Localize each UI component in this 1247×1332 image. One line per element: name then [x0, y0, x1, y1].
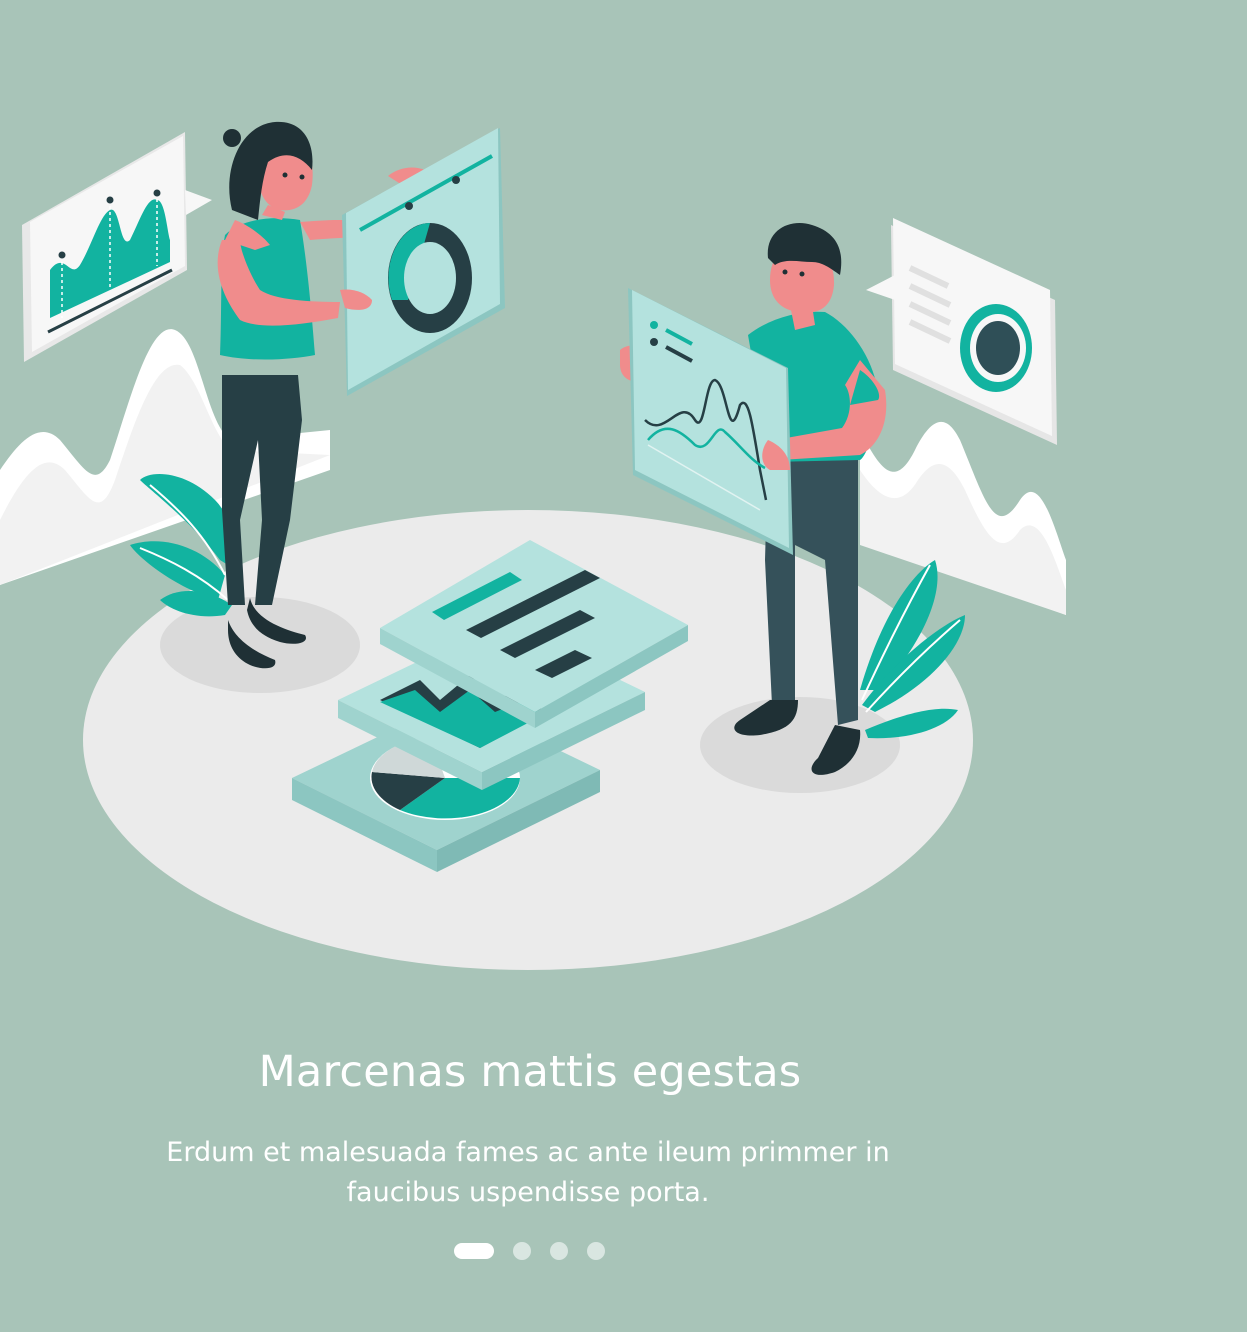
page-dot[interactable] [513, 1242, 531, 1260]
data-analysis-illustration [0, 121, 1066, 970]
donut-panel [340, 128, 505, 396]
right-wall-waves [860, 421, 1066, 615]
page-indicator [454, 1242, 605, 1260]
onboarding-screen: Marcenas mattis egestas Erdum et malesua… [0, 0, 1247, 1332]
page-dot[interactable] [587, 1242, 605, 1260]
bar-area-chart-card [22, 132, 212, 362]
man-shadow [700, 697, 900, 793]
page-dot[interactable] [550, 1242, 568, 1260]
donut-chart-card [866, 218, 1057, 445]
onboarding-description: Erdum et malesuada fames ac ante ileum p… [166, 1137, 890, 1208]
onboarding-title: Marcenas mattis egestas [258, 1046, 802, 1097]
page-dot-active[interactable] [454, 1243, 494, 1259]
